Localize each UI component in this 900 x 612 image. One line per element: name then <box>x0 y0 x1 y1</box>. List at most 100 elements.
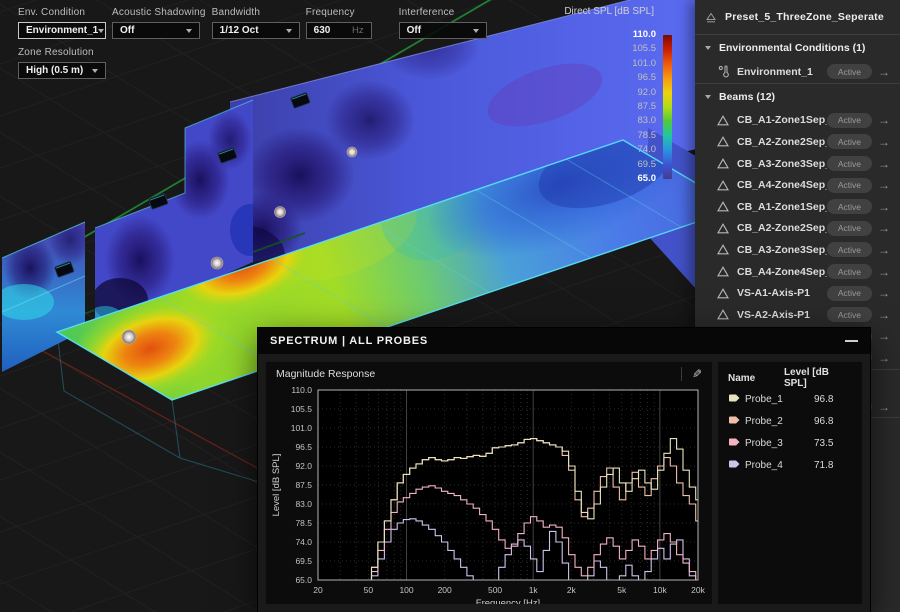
wall-slab-left <box>0 214 92 372</box>
status-badge[interactable]: Active <box>827 307 872 322</box>
table-row-probe-4[interactable]: Probe_471.8 <box>728 454 852 476</box>
sidebar-item-label: CB_A1-Zone1Sep_PGM <box>737 114 827 126</box>
control-bandwidth: Bandwidth1/12 Oct <box>212 7 300 39</box>
environment-icon <box>715 65 731 78</box>
legend-tick: 96.5 <box>638 73 657 83</box>
zone-resolution-select[interactable]: High (0.5 m) <box>18 62 106 79</box>
sidebar-item-cb-a2-zone2sep-pgm[interactable]: CB_A2-Zone2Sep_PGMActive → <box>695 131 900 153</box>
status-badge[interactable]: Active <box>827 242 872 257</box>
status-badge[interactable]: Active <box>827 199 872 214</box>
status-badge[interactable]: Active <box>827 156 872 171</box>
probe-marker[interactable] <box>122 330 136 344</box>
control-value: Off <box>120 25 134 36</box>
spectrum-panel-titlebar[interactable]: SPECTRUM | ALL PROBES <box>258 328 870 354</box>
table-row-probe-3[interactable]: Probe_373.5 <box>728 432 852 454</box>
sidebar-item-label: CB_A2-Zone2Sep_Voice <box>737 222 827 234</box>
beam-icon <box>715 223 731 234</box>
preset-header[interactable]: Preset_5_ThreeZone_Seperate <box>695 0 900 34</box>
probe-level: 96.8 <box>797 416 833 427</box>
arrow-right-icon[interactable]: → <box>878 401 890 413</box>
arrow-right-icon[interactable]: → <box>878 309 890 321</box>
legend-title: Direct SPL [dB SPL] <box>552 6 674 17</box>
sidebar-item-cb-a4-zone4sep-voice[interactable]: CB_A4-Zone4Sep_VoiceActive→ <box>695 261 900 283</box>
arrow-right-icon[interactable]: → <box>878 136 890 148</box>
probe-marker[interactable] <box>347 147 357 157</box>
toolbar-row-2: Zone ResolutionHigh (0.5 m) <box>18 47 493 79</box>
svg-text:78.5: 78.5 <box>295 518 312 528</box>
beam-icon <box>715 288 731 299</box>
control-frequency: Frequency630Hz <box>306 7 372 39</box>
status-badge[interactable]: Active <box>827 113 872 128</box>
color-scale-bar <box>663 35 672 179</box>
control-value: 1/12 Oct <box>220 25 259 36</box>
legend-tick: 78.5 <box>638 131 657 141</box>
app-root: { "toolbar": { "controls": [ {"label": "… <box>0 0 900 612</box>
edit-pencil-icon[interactable]: ✎ <box>692 367 702 381</box>
frequency-input[interactable]: 630Hz <box>306 22 372 39</box>
interference-select[interactable]: Off <box>399 22 487 39</box>
bandwidth-select[interactable]: 1/12 Oct <box>212 22 300 39</box>
sidebar-item-cb-a3-zone3sep-pgm[interactable]: CB_A3-Zone3Sep_PGMActive→ <box>695 153 900 175</box>
sidebar-item-cb-a2-zone2sep-voice[interactable]: CB_A2-Zone2Sep_VoiceActive → <box>695 218 900 240</box>
spl-color-legend: Direct SPL [dB SPL] 110.0105.5101.096.59… <box>552 6 674 187</box>
status-badge[interactable]: Active <box>827 134 872 149</box>
probe-name: Probe_2 <box>745 416 797 427</box>
beam-icon <box>715 309 731 320</box>
arrow-right-icon[interactable]: → <box>878 244 890 256</box>
table-header: Name Level [dB SPL] <box>728 368 852 388</box>
svg-text:5k: 5k <box>617 585 627 595</box>
sidebar-item-label: Environment_1 <box>737 66 827 78</box>
control-label: Env. Condition <box>18 7 106 18</box>
arrow-right-icon[interactable]: → <box>878 201 890 213</box>
column-level: Level [dB SPL] <box>784 367 852 389</box>
arrow-right-icon[interactable]: → <box>878 66 890 78</box>
probe-tag-icon <box>728 434 745 452</box>
probe-name: Probe_3 <box>745 438 797 449</box>
svg-text:110.0: 110.0 <box>291 386 312 395</box>
status-badge[interactable]: Active <box>827 286 872 301</box>
status-badge[interactable]: Active <box>827 64 872 79</box>
svg-text:20k: 20k <box>691 585 705 595</box>
chevron-down-icon <box>705 95 711 99</box>
table-row-probe-1[interactable]: Probe_196.8 <box>728 388 852 410</box>
arrow-right-icon[interactable]: → <box>878 266 890 278</box>
env-condition-select[interactable]: Environment_1 <box>18 22 106 39</box>
chart-title: Magnitude Response <box>276 368 375 380</box>
minimize-icon[interactable] <box>845 340 858 342</box>
arrow-right-icon[interactable]: → <box>878 179 890 191</box>
arrow-right-icon[interactable]: → <box>878 287 890 299</box>
section-title: Environmental Conditions (1) <box>719 42 865 54</box>
arrow-right-icon[interactable]: → <box>878 158 890 170</box>
arrow-right-icon[interactable]: → <box>878 330 890 342</box>
sidebar-item-cb-a3-zone3sep-voice[interactable]: CB_A3-Zone3Sep_VoiceActive→ <box>695 239 900 261</box>
divider <box>681 367 682 381</box>
svg-text:83.0: 83.0 <box>295 499 312 509</box>
status-badge[interactable]: Active <box>827 264 872 279</box>
probe-marker[interactable] <box>211 257 223 269</box>
simulation-toolbar: Env. Condition Environment_1 Acoustic Shad… <box>18 7 493 79</box>
status-badge[interactable]: Active <box>827 178 872 193</box>
probe-marker[interactable] <box>275 207 286 218</box>
table-row-probe-2[interactable]: Probe_296.8 <box>728 410 852 432</box>
probe-tag-icon <box>728 456 745 474</box>
sidebar-item-cb-a1-zone1sep-voice[interactable]: CB_A1-Zone1Sep_VoiceActive→ <box>695 196 900 218</box>
legend-body: 110.0105.5101.096.592.087.583.078.574.06… <box>552 27 674 187</box>
sidebar-item-cb-a1-zone1sep-pgm[interactable]: CB_A1-Zone1Sep_PGMActive → <box>695 110 900 132</box>
sidebar-item-vs-a1-axis-p1[interactable]: VS-A1-Axis-P1Active→ <box>695 282 900 304</box>
acoustic-shadowing-select[interactable]: Off <box>112 22 200 39</box>
section-header-environmental-conditions-1[interactable]: Environmental Conditions (1) <box>695 35 900 61</box>
control-acoustic-shadowing: Acoustic ShadowingOff <box>112 7 206 39</box>
section-header-beams-12[interactable]: Beams (12) <box>695 84 900 110</box>
sidebar-item-environment-1[interactable]: Environment_1Active → <box>695 61 900 83</box>
arrow-right-icon[interactable]: → <box>878 114 890 126</box>
sidebar-item-cb-a4-zone4sep-pgm[interactable]: CB_A4-Zone4Sep_PGMActive→ <box>695 174 900 196</box>
unit-label: Hz <box>352 25 364 36</box>
sidebar-item-label: CB_A2-Zone2Sep_PGM <box>737 136 827 148</box>
sidebar-item-vs-a2-axis-p1[interactable]: VS-A2-Axis-P1Active→ <box>695 304 900 326</box>
status-badge[interactable]: Active <box>827 221 872 236</box>
svg-text:74.0: 74.0 <box>295 537 312 547</box>
arrow-right-icon[interactable]: → <box>878 352 890 364</box>
arrow-right-icon[interactable]: → <box>878 222 890 234</box>
svg-text:20: 20 <box>313 585 323 595</box>
chevron-down-icon <box>92 69 98 73</box>
